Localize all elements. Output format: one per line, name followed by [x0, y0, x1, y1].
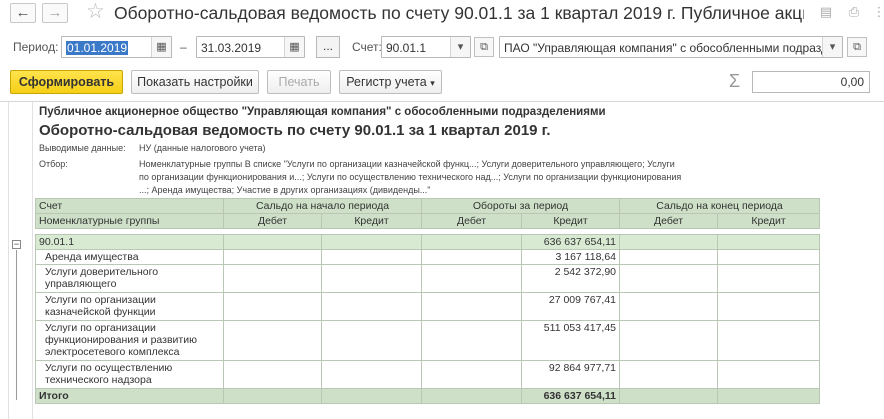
filter-line: по организации функционирования и...; Ус… — [139, 172, 682, 182]
row-turnover-credit: 636 637 654,11 — [521, 234, 621, 250]
organization-value: ПАО "Управляющая компания" с обособленны… — [504, 41, 822, 55]
row-account: 90.01.1 — [35, 234, 224, 250]
header-nomenclature: Номенклатурные группы — [35, 213, 224, 229]
filter-line: ...; Аренда имущества; Участие в других … — [139, 185, 431, 195]
window-title: Оборотно-сальдовая ведомость по счету 90… — [114, 3, 804, 23]
gutter-divider — [32, 102, 33, 419]
chevron-down-icon: ▾ — [430, 78, 435, 88]
report-table: Счет Сальдо на начало периода Обороты за… — [35, 198, 821, 404]
row-name: Услуги по организации функционирования и… — [35, 320, 224, 361]
header-account: Счет — [35, 198, 224, 214]
row-name: Аренда имущества — [35, 249, 224, 265]
chevron-down-icon[interactable]: ▾ — [822, 37, 842, 57]
table-row[interactable]: 90.01.1 636 637 654,11 — [35, 234, 821, 250]
account-label: Счет: — [352, 40, 382, 54]
period-label: Период: — [13, 40, 59, 54]
output-label: Выводимые данные: — [39, 143, 126, 153]
date-to-value: 31.03.2019 — [201, 41, 262, 55]
report-area: Публичное акционерное общество "Управляю… — [0, 101, 884, 419]
header-debit: Дебет — [421, 213, 523, 229]
row-turnover-credit: 92 864 977,71 — [521, 360, 621, 389]
total-label: Итого — [35, 388, 224, 404]
table-row[interactable]: Услуги по организации казначейской функц… — [35, 292, 821, 321]
report-parameters: Период: 01.01.2019 ▦ – 31.03.2019 ▦ ... … — [0, 34, 884, 60]
calendar-icon[interactable]: ▦ — [151, 37, 171, 57]
row-turnover-credit: 3 167 118,64 — [521, 249, 621, 265]
filter-line: Номенклатурные группы В списке "Услуги п… — [139, 159, 675, 169]
title-bar: ← → ☆ Оборотно-сальдовая ведомость по сч… — [0, 0, 884, 28]
row-turnover-credit: 27 009 767,41 — [521, 292, 621, 321]
forward-arrow-icon[interactable]: → — [42, 3, 68, 23]
back-arrow-icon[interactable]: ← — [10, 3, 36, 23]
register-label: Регистр учета — [346, 75, 427, 89]
period-select-button[interactable]: ... — [316, 36, 340, 58]
header-debit: Дебет — [619, 213, 719, 229]
header-opening-balance: Сальдо на начало периода — [222, 198, 423, 214]
table-header-row: Счет Сальдо на начало периода Обороты за… — [35, 198, 821, 214]
collapse-icon[interactable]: − — [12, 240, 21, 249]
row-name: Услуги по организации казначейской функц… — [35, 292, 224, 321]
more-icon[interactable]: ⋮ — [871, 4, 884, 20]
header-turnover: Обороты за период — [421, 198, 621, 214]
toolbar: Сформировать Показать настройки Печать Р… — [0, 70, 884, 96]
date-to-field[interactable]: 31.03.2019 ▦ — [196, 36, 305, 58]
header-credit: Кредит — [521, 213, 621, 229]
header-credit: Кредит — [320, 213, 423, 229]
total-row[interactable]: Итого 636 637 654,11 — [35, 388, 821, 404]
register-dropdown-button[interactable]: Регистр учета ▾ — [339, 70, 442, 94]
account-field[interactable]: 90.01.1 ▾ — [381, 36, 471, 58]
sum-icon: Σ — [729, 71, 741, 91]
gutter-divider — [8, 102, 9, 419]
print-button[interactable]: Печать — [267, 70, 331, 94]
open-organization-icon[interactable]: ⧉ — [847, 37, 867, 57]
chevron-down-icon[interactable]: ▾ — [450, 37, 470, 57]
table-row[interactable]: Услуги по осуществлению технического над… — [35, 360, 821, 389]
date-from-value: 01.01.2019 — [66, 41, 129, 55]
row-turnover-credit: 511 053 417,45 — [521, 320, 621, 361]
row-name: Услуги по осуществлению технического над… — [35, 360, 224, 389]
organization-name: Публичное акционерное общество "Управляю… — [39, 106, 606, 118]
generate-button[interactable]: Сформировать — [10, 70, 123, 94]
organization-field[interactable]: ПАО "Управляющая компания" с обособленны… — [499, 36, 843, 58]
report-title: Оборотно-сальдовая ведомость по счету 90… — [39, 122, 551, 139]
header-closing-balance: Сальдо на конец периода — [619, 198, 821, 214]
favorite-star-icon[interactable]: ☆ — [86, 1, 105, 23]
table-row[interactable]: Услуги доверительного управляющего 2 542… — [35, 264, 821, 293]
date-from-field[interactable]: 01.01.2019 ▦ — [61, 36, 172, 58]
row-turnover-credit: 2 542 372,90 — [521, 264, 621, 293]
header-debit: Дебет — [223, 213, 322, 229]
output-value: НУ (данные налогового учета) — [139, 143, 266, 153]
open-account-icon[interactable]: ⧉ — [474, 37, 494, 57]
table-row[interactable]: Услуги по организации функционирования и… — [35, 320, 821, 361]
table-row[interactable]: Аренда имущества 3 167 118,64 — [35, 249, 821, 265]
sum-field[interactable]: 0,00 — [752, 71, 870, 93]
print-icon[interactable]: ⎙ — [846, 4, 862, 20]
account-value: 90.01.1 — [386, 41, 427, 55]
save-icon[interactable]: ▤ — [818, 4, 834, 20]
period-dash: – — [180, 40, 187, 54]
row-name: Услуги доверительного управляющего — [35, 264, 224, 293]
filter-label: Отбор: — [39, 159, 68, 169]
total-turnover-credit: 636 637 654,11 — [521, 388, 621, 404]
show-settings-button[interactable]: Показать настройки — [131, 70, 259, 94]
table-header-row: Номенклатурные группы Дебет Кредит Дебет… — [35, 213, 821, 229]
header-credit: Кредит — [717, 213, 821, 229]
tree-line — [16, 250, 17, 400]
calendar-icon[interactable]: ▦ — [284, 37, 304, 57]
